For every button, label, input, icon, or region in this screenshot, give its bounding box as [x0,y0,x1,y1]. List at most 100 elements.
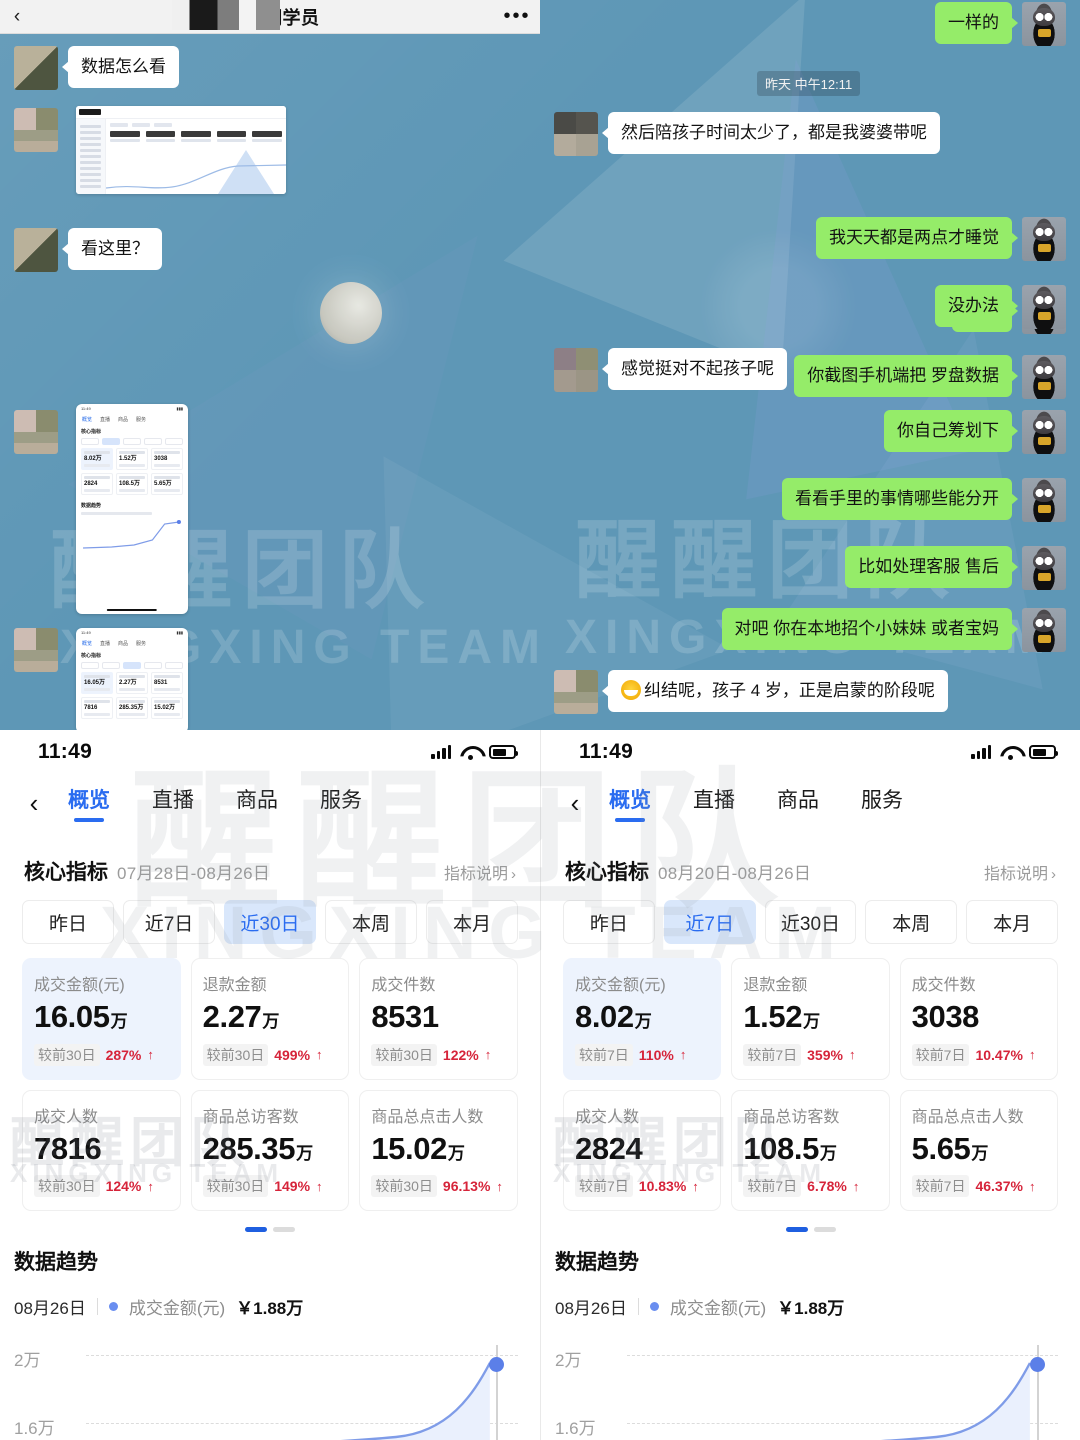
carousel-pagination[interactable] [551,1211,1070,1236]
battery-icon [489,745,518,759]
chat-bubble-outgoing[interactable]: 我天天都是两点才睡觉 [816,217,1018,260]
tab-live[interactable]: 直播 [152,784,194,822]
chat-bubble-outgoing[interactable]: 对吧 你在本地招个小妹妹 或者宝妈 [721,608,1019,651]
series-name: 成交金额(元) [128,1299,226,1319]
tab-live[interactable]: 直播 [693,784,735,822]
avatar[interactable] [1022,285,1066,329]
metric-card[interactable]: 成交金额(元) 8.02万 较前7日 110% ↑ [563,958,722,1080]
date-range: 08月20日-08月26日 [658,864,812,883]
chart-plot-area [86,1333,518,1440]
metric-card[interactable]: 商品总访客数 285.35万 较前30日 149% ↑ [190,1089,350,1212]
metric-card[interactable]: 退款金额 2.27万 较前30日 499% ↑ [190,958,350,1080]
avatar[interactable] [14,228,58,272]
tab-overview[interactable]: 概览 [609,784,651,822]
segment-this-week[interactable]: 本周 [325,900,417,944]
date-segment-control: 昨日 近7日 近30日 本周 本月 [551,886,1070,944]
avatar[interactable] [14,108,58,152]
metric-card[interactable]: 商品总点击人数 15.02万 较前30日 96.13% ↑ [359,1089,518,1212]
avatar[interactable] [1022,546,1066,590]
segment-this-month[interactable]: 本月 [966,900,1058,944]
metric-grid: 成交金额(元) 16.05万 较前30日 287% ↑ 退款金额 2.27万 较前3… [10,944,530,1212]
redacted-title-mosaic [172,0,280,30]
chat-bubble-outgoing[interactable]: 比如处理客服 售后 [845,546,1018,589]
wifi-icon [460,745,480,760]
metric-card[interactable]: 成交人数 2824 较前7日 10.83% ↑ [563,1089,722,1212]
status-clock: 11:49 [579,740,634,763]
attachment-phone-dashboard-screenshot[interactable]: 11:49 ▮▮▮ 概览 直播 商品 服务 核心指标 8.02万 1.52万 3038 … [76,404,188,614]
metric-explain-link[interactable]: 指标说明 › [444,860,516,884]
divider [96,1298,98,1316]
metric-value: 1.52万 [743,999,820,1034]
tab-service[interactable]: 服务 [320,784,362,822]
tab-products[interactable]: 商品 [236,784,278,822]
avatar[interactable] [1022,478,1066,522]
avatar[interactable] [554,348,598,392]
attachment-phone-dashboard-screenshot[interactable]: 11:49 ▮▮▮ 概览 直播 商品 服务 核心指标 16.05万 2.27万 8531… [76,628,188,730]
page-dot-active[interactable] [245,1227,267,1233]
page-dot[interactable] [813,1227,836,1233]
metric-card[interactable]: 成交金额(元) 16.05万 较前30日 287% ↑ [22,958,181,1080]
avatar[interactable] [1022,2,1066,46]
avatar[interactable] [1022,217,1066,261]
segment-30d[interactable]: 近30日 [764,900,857,944]
avatar[interactable] [1022,608,1066,652]
page-dot-active[interactable] [785,1227,808,1233]
metric-delta: 110% [638,1046,674,1063]
avatar[interactable] [14,410,58,454]
metric-label: 退款金额 [202,977,267,994]
tab-products[interactable]: 商品 [777,784,819,822]
arrow-up-icon: ↑ [147,1047,154,1063]
metric-label: 成交件数 [371,977,436,994]
back-icon[interactable]: ‹ [555,790,595,816]
carousel-pagination[interactable] [10,1211,530,1236]
attachment-desktop-dashboard-screenshot[interactable] [76,106,286,194]
avatar[interactable] [14,628,58,672]
page-dot[interactable] [273,1227,295,1233]
trend-chart[interactable]: 2万 1.6万 [555,1333,1066,1440]
tab-overview[interactable]: 概览 [68,784,110,822]
chat-bubble-incoming[interactable]: 然后陪孩子时间太少了，都是我婆婆带呢 [602,112,940,155]
chart-plot-area [627,1333,1058,1440]
metric-label: 成交件数 [911,977,976,994]
chat-bubble-outgoing[interactable]: 你自己筹划下 [884,410,1018,453]
avatar[interactable] [1022,355,1066,399]
section-title: 核心指标 [565,861,649,884]
segment-yesterday[interactable]: 昨日 [563,900,655,944]
metric-card[interactable]: 成交件数 3038 较前7日 10.47% ↑ [899,958,1058,1080]
metric-card[interactable]: 退款金额 1.52万 较前7日 359% ↑ [731,958,890,1080]
trend-chart[interactable]: 2万 1.6万 [14,1333,526,1440]
metric-compare-base: 较前30日 [202,1175,269,1198]
avatar[interactable] [14,46,58,90]
segment-30d[interactable]: 近30日 [224,900,316,944]
segment-7d[interactable]: 近7日 [123,900,215,944]
metric-card[interactable]: 成交件数 8531 较前30日 122% ↑ [359,958,518,1080]
segment-this-week[interactable]: 本周 [865,900,958,944]
chat-bubble-outgoing[interactable]: 你截图手机端把 罗盘数据 [794,355,1018,398]
tab-service[interactable]: 服务 [861,784,903,822]
core-metrics-sheet: 核心指标 07月28日-08月26日 指标说明 › 昨日 近7日 近30日 本周 … [10,840,530,1237]
avatar[interactable] [554,670,598,714]
date-range: 07月28日-08月26日 [117,864,271,883]
back-icon[interactable]: ‹ [14,790,54,816]
chat-bubble-outgoing[interactable]: 没办法 [935,285,1018,328]
segment-7d[interactable]: 近7日 [663,900,756,944]
chat-bubble-outgoing[interactable]: 一样的 [935,2,1018,45]
chat-bubble-incoming[interactable]: 数据怎么看 [62,46,179,89]
chat-bubble-incoming[interactable]: 看这里？ [62,228,162,271]
chat-bubble-outgoing[interactable]: 看看手里的事情哪些能分开 [782,478,1018,521]
back-icon[interactable]: ‹ [0,6,34,28]
date-segment-control: 昨日 近7日 近30日 本周 本月 [10,886,530,944]
chat-bubble-incoming[interactable]: 纠结呢，孩子 4 岁，正是启蒙的阶段呢 [602,670,948,713]
chat-bubble-incoming[interactable]: 感觉挺对不起孩子呢 [602,348,787,391]
more-dots-icon[interactable]: ••• [494,5,540,28]
avatar[interactable] [554,112,598,156]
metric-card[interactable]: 商品总访客数 108.5万 较前7日 6.78% ↑ [731,1089,890,1212]
avatar[interactable] [1022,410,1066,454]
message-row [14,410,58,454]
segment-this-month[interactable]: 本月 [426,900,518,944]
series-value: ￥1.88万 [236,1299,304,1319]
metric-card[interactable]: 商品总点击人数 5.65万 较前7日 46.37% ↑ [899,1089,1058,1212]
metric-explain-link[interactable]: 指标说明 › [984,860,1056,884]
segment-yesterday[interactable]: 昨日 [22,900,114,944]
metric-card[interactable]: 成交人数 7816 较前30日 124% ↑ [22,1089,181,1212]
